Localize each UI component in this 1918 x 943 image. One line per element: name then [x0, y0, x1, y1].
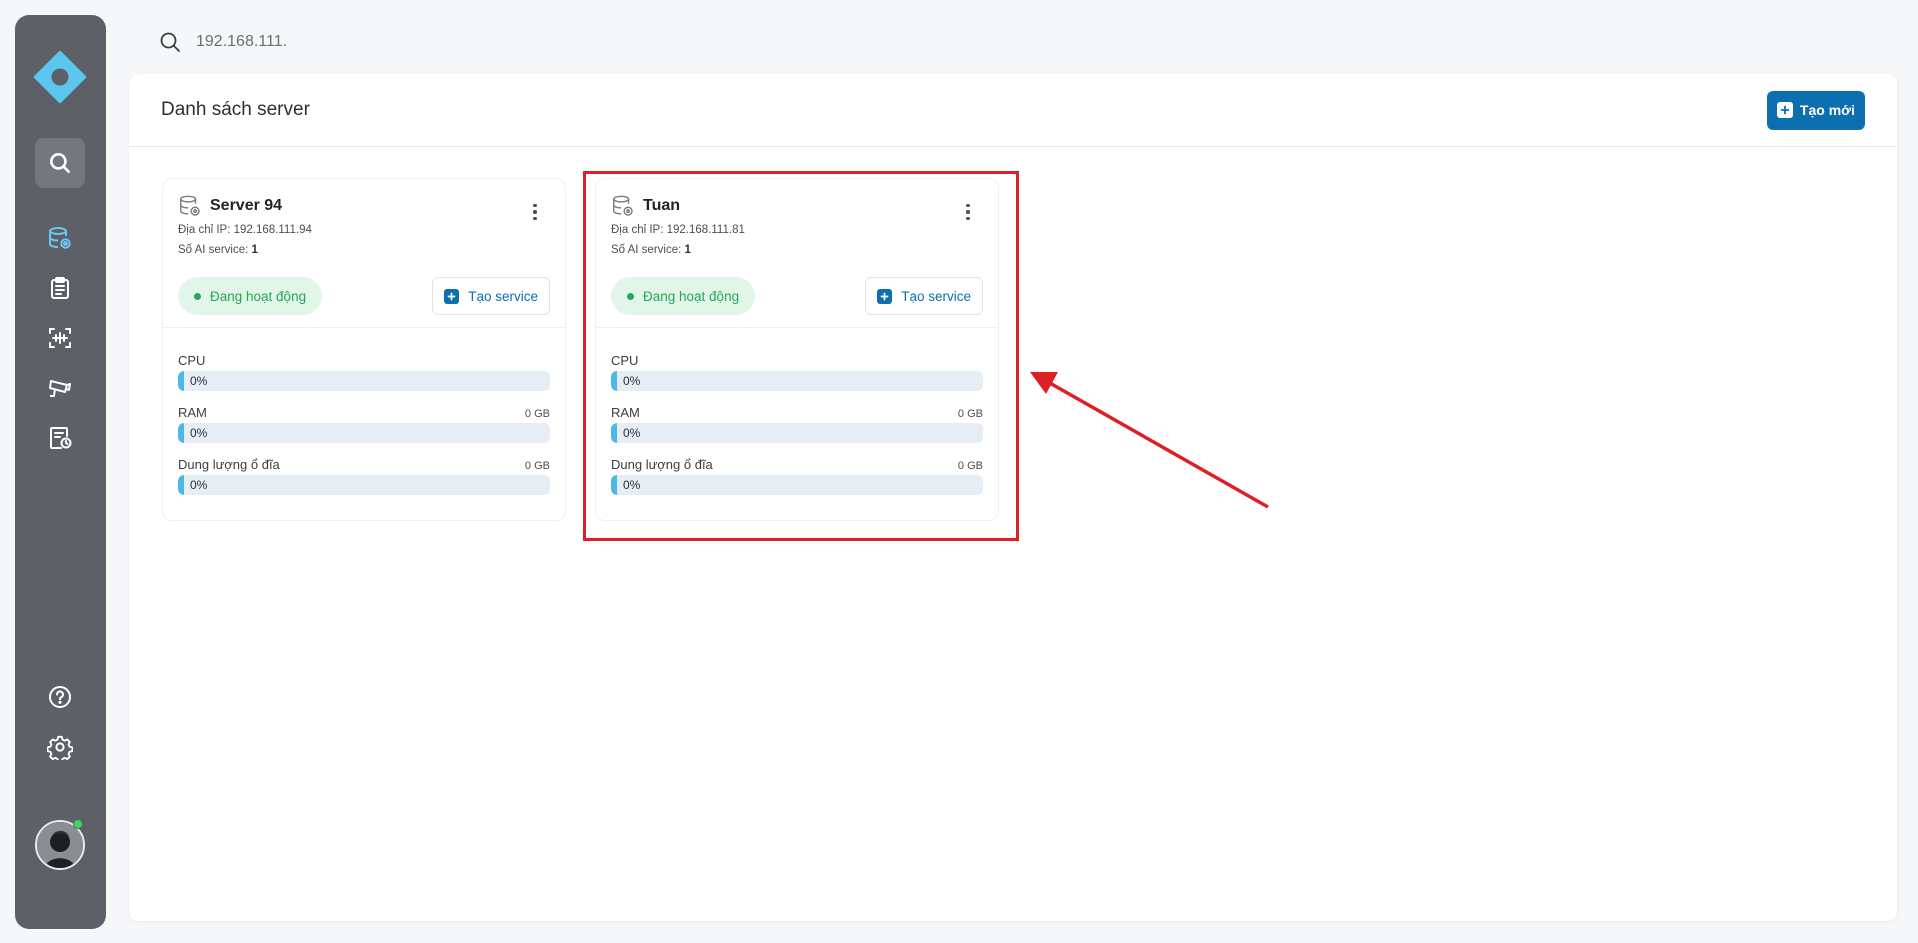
logo-icon[interactable] — [34, 51, 86, 103]
cpu-usage-bar: 0% — [178, 371, 550, 391]
server-ai-count: Số AI service: 1 — [611, 244, 691, 256]
help-icon — [49, 686, 71, 708]
server-card-header: Server 94 Địa chỉ IP: 192.168.111.94 Số … — [163, 179, 565, 328]
panel-header: Danh sách server Tạo mới — [129, 74, 1897, 147]
metric-ram: RAM 0 GB 0% — [611, 405, 983, 443]
report-clock-icon — [50, 427, 72, 449]
settings-icon — [47, 735, 73, 760]
ram-usage-bar: 0% — [611, 423, 983, 443]
server-card[interactable]: Tuan Địa chỉ IP: 192.168.111.81 Số AI se… — [595, 178, 999, 521]
create-service-button[interactable]: Tạo service — [432, 277, 550, 315]
sidebar-item-cameras[interactable] — [35, 363, 85, 413]
status-dot-icon — [194, 292, 201, 300]
server-icon — [613, 195, 633, 216]
status-dot-icon — [627, 292, 634, 300]
sidebar-item-help[interactable] — [35, 672, 85, 722]
create-new-label: Tạo mới — [1799, 102, 1855, 118]
more-options-icon[interactable] — [958, 201, 978, 223]
sidebar-item-tasks[interactable] — [35, 263, 85, 313]
server-ip: Địa chỉ IP: 192.168.111.94 — [178, 224, 312, 236]
server-card[interactable]: Server 94 Địa chỉ IP: 192.168.111.94 Số … — [162, 178, 566, 521]
sidebar-search-button[interactable] — [35, 138, 85, 188]
server-icon — [49, 227, 71, 249]
server-name: Server 94 — [210, 197, 283, 214]
sidebar — [15, 15, 106, 929]
disk-usage-bar: 0% — [178, 475, 550, 495]
metric-cpu: CPU 0% — [611, 353, 983, 391]
disk-usage-bar: 0% — [611, 475, 983, 495]
server-icon — [180, 195, 200, 216]
server-name: Tuan — [643, 197, 681, 214]
metric-disk: Dung lượng ổ đĩa 0 GB 0% — [611, 457, 983, 495]
camera-icon — [49, 380, 71, 397]
server-metrics: CPU 0% RAM 0 GB 0% Dung lượng ổ đĩa 0 GB 0… — [163, 328, 565, 495]
more-options-icon[interactable] — [525, 201, 545, 223]
clipboard-icon — [51, 277, 69, 299]
cpu-usage-bar: 0% — [611, 371, 983, 391]
app-root: Danh sách server Tạo mới Serve — [0, 0, 1918, 943]
create-service-button[interactable]: Tạo service — [865, 277, 983, 315]
online-status-dot — [73, 819, 83, 829]
plus-icon — [1776, 102, 1793, 118]
status-badge: Đang hoạt động — [611, 277, 756, 315]
metric-ram: RAM 0 GB 0% — [178, 405, 550, 443]
sidebar-item-servers[interactable] — [35, 213, 85, 263]
ram-usage-bar: 0% — [178, 423, 550, 443]
sidebar-item-face-scan[interactable] — [35, 313, 85, 363]
server-metrics: CPU 0% RAM 0 GB 0% Dung lượng ổ đĩa 0 GB 0… — [596, 328, 998, 495]
face-scan-icon — [49, 328, 71, 348]
search-icon — [50, 153, 70, 173]
sidebar-item-reports[interactable] — [35, 413, 85, 463]
server-ip: Địa chỉ IP: 192.168.111.81 — [611, 224, 745, 236]
server-card-header: Tuan Địa chỉ IP: 192.168.111.81 Số AI se… — [596, 179, 998, 328]
metric-disk: Dung lượng ổ đĩa 0 GB 0% — [178, 457, 550, 495]
search-input[interactable] — [196, 33, 496, 51]
status-badge: Đang hoạt động — [178, 277, 323, 315]
plus-icon — [877, 288, 893, 304]
plus-icon — [444, 288, 460, 304]
metric-cpu: CPU 0% — [178, 353, 550, 391]
create-new-button[interactable]: Tạo mới — [1766, 90, 1865, 130]
sidebar-item-settings[interactable] — [35, 722, 85, 772]
page-title: Danh sách server — [161, 99, 310, 120]
server-ai-count: Số AI service: 1 — [178, 244, 258, 256]
search-icon — [160, 32, 180, 52]
top-search-bar — [158, 26, 496, 58]
